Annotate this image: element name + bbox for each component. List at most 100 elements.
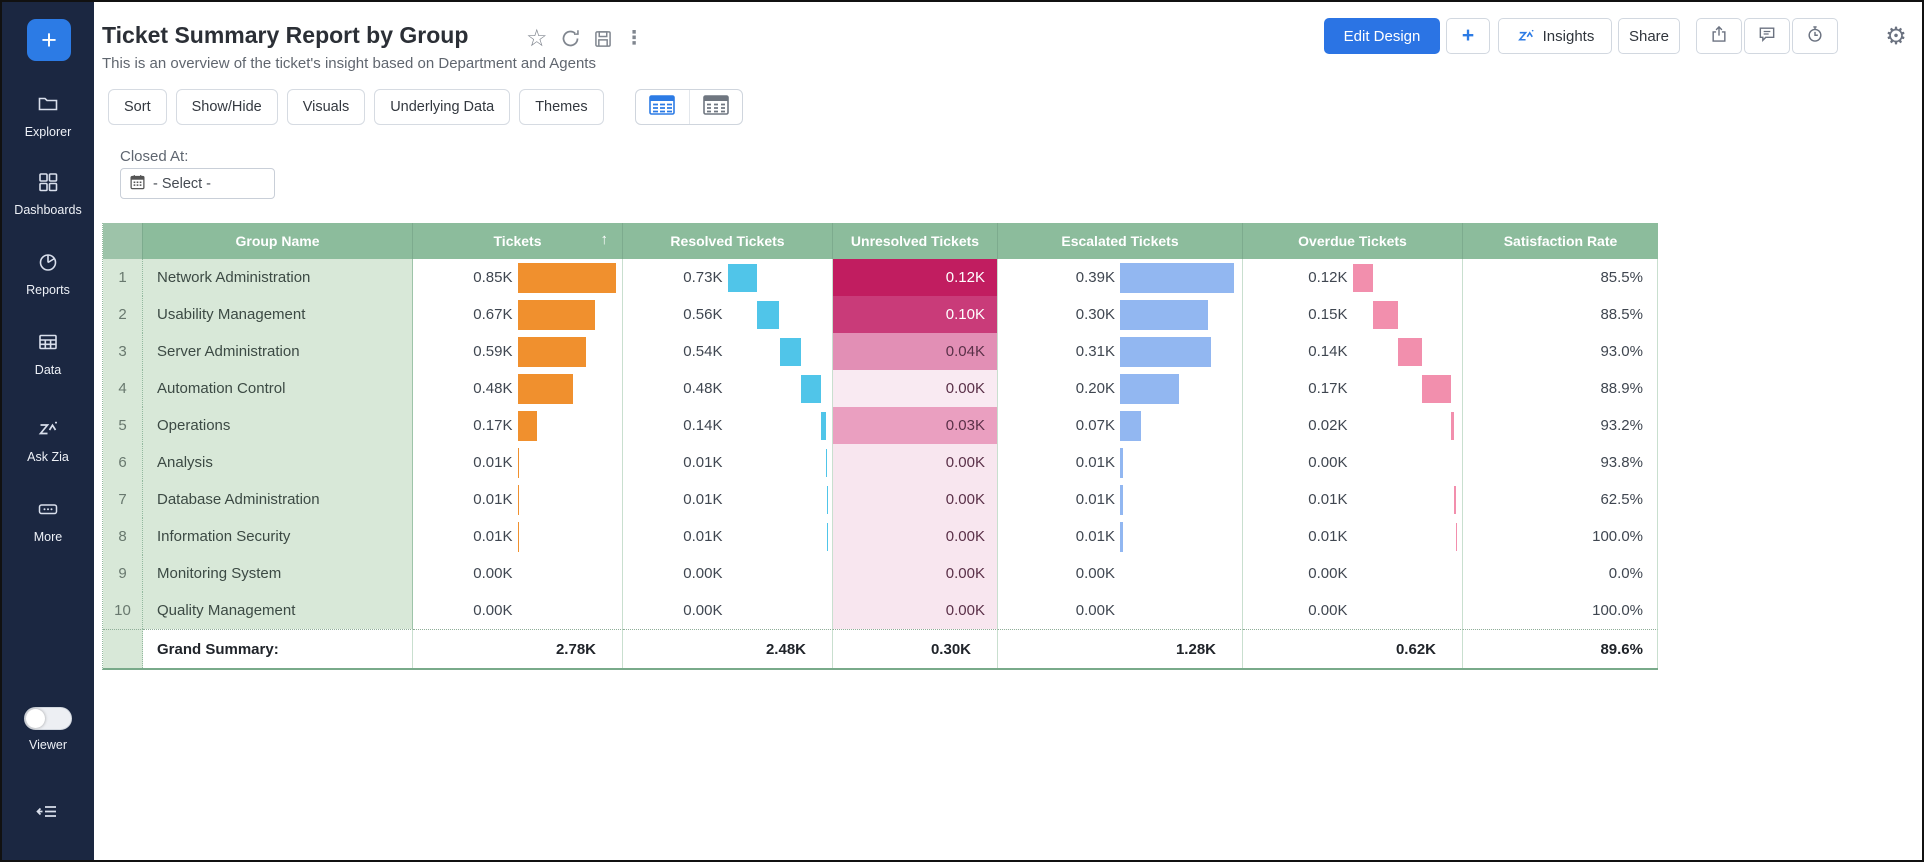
column-header-satisfaction[interactable]: Satisfaction Rate xyxy=(1463,223,1658,259)
escalated-cell[interactable]: 0.01K xyxy=(998,518,1243,555)
escalated-cell[interactable]: 0.31K xyxy=(998,333,1243,370)
sort-button[interactable]: Sort xyxy=(108,89,167,125)
group-name-cell[interactable]: Information Security xyxy=(143,518,413,555)
escalated-cell[interactable]: 0.07K xyxy=(998,407,1243,444)
group-name-cell[interactable]: Quality Management xyxy=(143,592,413,629)
table-row[interactable]: 10 Quality Management0.00K0.00K0.00K0.00… xyxy=(103,592,1658,629)
resolved-cell[interactable]: 0.14K xyxy=(623,407,833,444)
table-row[interactable]: 9 Monitoring System0.00K0.00K0.00K0.00K0… xyxy=(103,555,1658,592)
share-button[interactable]: Share xyxy=(1618,18,1680,54)
visuals-button[interactable]: Visuals xyxy=(287,89,365,125)
closed-at-select[interactable]: - Select - xyxy=(120,168,275,199)
satisfaction-cell[interactable]: 85.5% xyxy=(1463,259,1658,296)
unresolved-cell[interactable]: 0.12K xyxy=(833,259,998,296)
tickets-cell[interactable]: 0.17K xyxy=(413,407,623,444)
column-header-group-name[interactable]: Group Name xyxy=(143,223,413,259)
satisfaction-cell[interactable]: 100.0% xyxy=(1463,518,1658,555)
escalated-cell[interactable]: 0.30K xyxy=(998,296,1243,333)
resolved-cell[interactable]: 0.54K xyxy=(623,333,833,370)
satisfaction-cell[interactable]: 0.0% xyxy=(1463,555,1658,592)
table-row[interactable]: 4 Automation Control0.48K0.48K0.00K0.20K… xyxy=(103,370,1658,407)
resolved-cell[interactable]: 0.01K xyxy=(623,444,833,481)
resolved-cell[interactable]: 0.01K xyxy=(623,481,833,518)
group-name-cell[interactable]: Network Administration xyxy=(143,259,413,296)
resolved-cell[interactable]: 0.56K xyxy=(623,296,833,333)
table-row[interactable]: 3 Server Administration0.59K0.54K0.04K0.… xyxy=(103,333,1658,370)
tickets-cell[interactable]: 0.48K xyxy=(413,370,623,407)
satisfaction-cell[interactable]: 93.8% xyxy=(1463,444,1658,481)
group-name-cell[interactable]: Analysis xyxy=(143,444,413,481)
pivot-view-button[interactable] xyxy=(689,90,743,124)
add-button[interactable]: + xyxy=(1446,18,1490,54)
table-row[interactable]: 8 Information Security0.01K0.01K0.00K0.0… xyxy=(103,518,1658,555)
unresolved-cell[interactable]: 0.00K xyxy=(833,444,998,481)
tickets-cell[interactable]: 0.00K xyxy=(413,555,623,592)
sidebar-item-data[interactable]: Data xyxy=(2,330,94,377)
edit-design-button[interactable]: Edit Design xyxy=(1324,18,1440,54)
overdue-cell[interactable]: 0.15K xyxy=(1243,296,1463,333)
group-name-cell[interactable]: Automation Control xyxy=(143,370,413,407)
resolved-cell[interactable]: 0.48K xyxy=(623,370,833,407)
resolved-cell[interactable]: 0.00K xyxy=(623,592,833,629)
column-header-resolved[interactable]: Resolved Tickets xyxy=(623,223,833,259)
save-icon[interactable] xyxy=(593,29,613,49)
unresolved-cell[interactable]: 0.00K xyxy=(833,555,998,592)
escalated-cell[interactable]: 0.01K xyxy=(998,481,1243,518)
scheduler-button[interactable] xyxy=(1792,18,1838,54)
table-row[interactable]: 5 Operations0.17K0.14K0.03K0.07K0.02K93.… xyxy=(103,407,1658,444)
comments-button[interactable] xyxy=(1744,18,1790,54)
table-row[interactable]: 2 Usability Management0.67K0.56K0.10K0.3… xyxy=(103,296,1658,333)
create-new-button[interactable]: + xyxy=(27,19,71,61)
satisfaction-cell[interactable]: 62.5% xyxy=(1463,481,1658,518)
unresolved-cell[interactable]: 0.00K xyxy=(833,518,998,555)
tickets-cell[interactable]: 0.01K xyxy=(413,481,623,518)
resolved-cell[interactable]: 0.00K xyxy=(623,555,833,592)
themes-button[interactable]: Themes xyxy=(519,89,603,125)
more-options-icon[interactable]: ⋮ xyxy=(625,27,644,50)
tickets-cell[interactable]: 0.59K xyxy=(413,333,623,370)
unresolved-cell[interactable]: 0.10K xyxy=(833,296,998,333)
tickets-cell[interactable]: 0.85K xyxy=(413,259,623,296)
overdue-cell[interactable]: 0.00K xyxy=(1243,592,1463,629)
column-header-tickets[interactable]: Tickets ↑ xyxy=(413,223,623,259)
satisfaction-cell[interactable]: 88.5% xyxy=(1463,296,1658,333)
collapse-sidebar-button[interactable] xyxy=(2,798,94,829)
unresolved-cell[interactable]: 0.00K xyxy=(833,592,998,629)
satisfaction-cell[interactable]: 93.0% xyxy=(1463,333,1658,370)
sidebar-item-ask-zia[interactable]: Ask Zia xyxy=(2,417,94,464)
escalated-cell[interactable]: 0.20K xyxy=(998,370,1243,407)
table-row[interactable]: 7 Database Administration0.01K0.01K0.00K… xyxy=(103,481,1658,518)
column-header-escalated[interactable]: Escalated Tickets xyxy=(998,223,1243,259)
group-name-cell[interactable]: Usability Management xyxy=(143,296,413,333)
column-header-overdue[interactable]: Overdue Tickets xyxy=(1243,223,1463,259)
satisfaction-cell[interactable]: 88.9% xyxy=(1463,370,1658,407)
overdue-cell[interactable]: 0.00K xyxy=(1243,444,1463,481)
overdue-cell[interactable]: 0.17K xyxy=(1243,370,1463,407)
escalated-cell[interactable]: 0.39K xyxy=(998,259,1243,296)
refresh-icon[interactable] xyxy=(560,28,581,49)
escalated-cell[interactable]: 0.01K xyxy=(998,444,1243,481)
resolved-cell[interactable]: 0.01K xyxy=(623,518,833,555)
overdue-cell[interactable]: 0.01K xyxy=(1243,518,1463,555)
table-view-button[interactable] xyxy=(636,90,689,124)
escalated-cell[interactable]: 0.00K xyxy=(998,592,1243,629)
overdue-cell[interactable]: 0.00K xyxy=(1243,555,1463,592)
favorite-star-icon[interactable]: ☆ xyxy=(526,24,548,53)
tickets-cell[interactable]: 0.01K xyxy=(413,518,623,555)
escalated-cell[interactable]: 0.00K xyxy=(998,555,1243,592)
table-row[interactable]: 6 Analysis0.01K0.01K0.00K0.01K0.00K93.8% xyxy=(103,444,1658,481)
group-name-cell[interactable]: Monitoring System xyxy=(143,555,413,592)
sidebar-item-reports[interactable]: Reports xyxy=(2,250,94,297)
unresolved-cell[interactable]: 0.00K xyxy=(833,370,998,407)
export-button[interactable] xyxy=(1696,18,1742,54)
overdue-cell[interactable]: 0.02K xyxy=(1243,407,1463,444)
tickets-cell[interactable]: 0.01K xyxy=(413,444,623,481)
satisfaction-cell[interactable]: 93.2% xyxy=(1463,407,1658,444)
sidebar-item-dashboards[interactable]: Dashboards xyxy=(2,170,94,217)
unresolved-cell[interactable]: 0.04K xyxy=(833,333,998,370)
unresolved-cell[interactable]: 0.00K xyxy=(833,481,998,518)
settings-button[interactable]: ⚙ xyxy=(1874,18,1918,54)
tickets-cell[interactable]: 0.67K xyxy=(413,296,623,333)
group-name-cell[interactable]: Database Administration xyxy=(143,481,413,518)
sidebar-item-more[interactable]: More xyxy=(2,497,94,544)
